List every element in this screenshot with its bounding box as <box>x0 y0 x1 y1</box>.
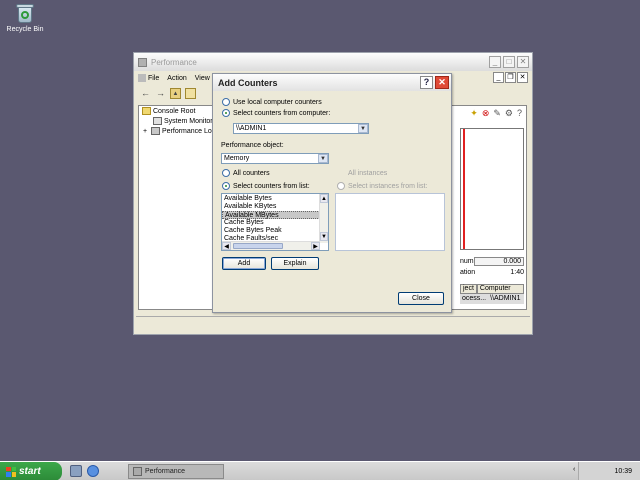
legend-header: ject Computer <box>460 284 524 294</box>
menu-view[interactable]: View <box>195 75 210 82</box>
maximize-button[interactable]: □ <box>503 56 515 68</box>
scroll-right-icon[interactable]: ▶ <box>311 242 320 250</box>
tree-item-performance-logs[interactable]: + Performance Logs <box>143 127 219 135</box>
use-local-computer-radio[interactable]: Use local computer counters <box>222 98 322 106</box>
monitor-icon <box>153 117 162 125</box>
performance-titlebar[interactable]: Performance _ □ ✕ <box>134 53 532 71</box>
console-icon <box>138 74 146 82</box>
graph-time-bar <box>463 129 465 249</box>
highlight-icon[interactable]: ✦ <box>470 108 478 119</box>
forward-arrow-icon[interactable]: → <box>155 88 166 99</box>
windows-flag-icon <box>6 466 16 477</box>
recycle-bin-icon <box>15 2 35 24</box>
legend-row[interactable]: ocess... \\ADMIN1 <box>460 294 524 304</box>
internet-explorer-icon[interactable] <box>87 465 99 477</box>
add-counters-dialog: Add Counters ? ✕ Use local computer coun… <box>212 73 452 313</box>
counters-listbox[interactable]: Available Bytes Available KBytes Available… <box>221 193 329 251</box>
radio-icon <box>337 182 345 190</box>
delete-counter-icon[interactable]: ⊗ <box>482 108 490 119</box>
counter-list-item[interactable]: Available MBytes <box>222 211 328 219</box>
tree-item-system-monitor[interactable]: System Monitor <box>153 117 213 125</box>
performance-app-icon <box>138 57 147 67</box>
instances-listbox[interactable] <box>335 193 445 251</box>
dialog-help-button[interactable]: ? <box>420 76 433 89</box>
recycle-bin-label: Recycle Bin <box>6 26 44 33</box>
chevron-down-icon[interactable]: ▼ <box>358 124 368 133</box>
menu-file[interactable]: File <box>138 74 159 82</box>
back-arrow-icon[interactable]: ← <box>140 88 151 99</box>
mdi-restore-button[interactable]: ❐ <box>505 72 516 83</box>
computer-combo[interactable]: \\ADMIN1 ▼ <box>233 123 369 134</box>
stat-duration: ation 1:40 <box>460 269 524 276</box>
counter-list-item[interactable]: Cache Bytes Peak <box>222 227 328 235</box>
logs-icon <box>151 127 160 135</box>
legend-col-computer[interactable]: Computer <box>476 284 524 294</box>
minimize-button[interactable]: _ <box>489 56 501 68</box>
legend-col-object[interactable]: ject <box>460 284 477 294</box>
counter-legend: ject Computer ocess... \\ADMIN1 <box>460 284 524 304</box>
counters-horizontal-scrollbar[interactable]: ◀ ▶ <box>222 241 320 250</box>
close-window-button[interactable]: ✕ <box>517 56 529 68</box>
dialog-title: Add Counters <box>218 77 278 88</box>
radio-icon <box>222 169 230 177</box>
help-icon[interactable]: ? <box>517 108 522 119</box>
tree-item-console-root[interactable]: Console Root <box>142 107 195 115</box>
dialog-titlebar[interactable]: Add Counters ? ✕ <box>213 74 451 91</box>
menu-action[interactable]: Action <box>167 75 186 82</box>
scroll-left-icon[interactable]: ◀ <box>222 242 231 250</box>
expand-plus-icon[interactable]: + <box>143 128 149 135</box>
taskbar-item-performance[interactable]: Performance <box>128 464 224 479</box>
counters-vertical-scrollbar[interactable]: ▲ ▼ <box>319 194 328 243</box>
performance-graph[interactable] <box>460 128 524 250</box>
radio-selected-icon <box>222 182 230 190</box>
radio-selected-icon <box>222 109 230 117</box>
performance-task-icon <box>133 467 142 476</box>
all-instances-radio[interactable]: All instances <box>337 169 387 177</box>
quick-launch <box>70 465 99 477</box>
monitor-toolbar: ✦ ⊗ ✎ ⚙ ? <box>470 108 522 119</box>
add-button[interactable]: Add <box>222 257 266 270</box>
chevron-down-icon[interactable]: ▼ <box>318 154 328 163</box>
performance-object-combo[interactable]: Memory ▼ <box>221 153 329 164</box>
all-counters-radio[interactable]: All counters <box>222 169 270 177</box>
scroll-up-icon[interactable]: ▲ <box>320 194 328 203</box>
mdi-close-button[interactable]: ✕ <box>517 72 528 83</box>
up-folder-icon[interactable]: ▲ <box>170 87 181 99</box>
close-button[interactable]: Close <box>398 292 444 305</box>
taskbar: start Performance ‹ EN 10:39 <box>0 461 640 480</box>
explain-button[interactable]: Explain <box>271 257 319 270</box>
freeze-display-icon[interactable]: ✎ <box>493 108 501 119</box>
performance-object-label: Performance object: <box>221 142 284 149</box>
clock[interactable]: 10:39 <box>614 468 632 475</box>
scroll-thumb[interactable] <box>233 243 283 249</box>
system-tray: 10:39 <box>578 462 640 480</box>
scroll-down-icon[interactable]: ▼ <box>320 232 328 241</box>
counter-list-item[interactable]: Available KBytes <box>222 203 328 211</box>
performance-window-title: Performance <box>151 57 197 67</box>
status-bar <box>136 316 530 332</box>
select-from-computer-radio[interactable]: Select counters from computer: <box>222 109 330 117</box>
select-instances-from-list-radio[interactable]: Select instances from list: <box>337 182 427 190</box>
mdi-minimize-button[interactable]: _ <box>493 72 504 83</box>
counter-list-item[interactable]: Available Bytes <box>222 195 328 203</box>
start-button[interactable]: start <box>0 462 62 480</box>
show-tree-icon[interactable] <box>185 87 196 99</box>
folder-icon <box>142 107 151 115</box>
recycle-bin-desktop-icon[interactable]: Recycle Bin <box>6 2 44 33</box>
update-data-icon[interactable]: ⚙ <box>505 108 513 119</box>
counter-list-item[interactable]: Cache Bytes <box>222 219 328 227</box>
radio-icon <box>222 98 230 106</box>
stat-maximum: num 0.000 <box>460 256 524 267</box>
dialog-close-x-button[interactable]: ✕ <box>435 76 449 89</box>
select-counters-from-list-radio[interactable]: Select counters from list: <box>222 182 310 190</box>
graph-stats: num 0.000 ation 1:40 <box>460 256 524 278</box>
show-desktop-icon[interactable] <box>70 465 82 477</box>
